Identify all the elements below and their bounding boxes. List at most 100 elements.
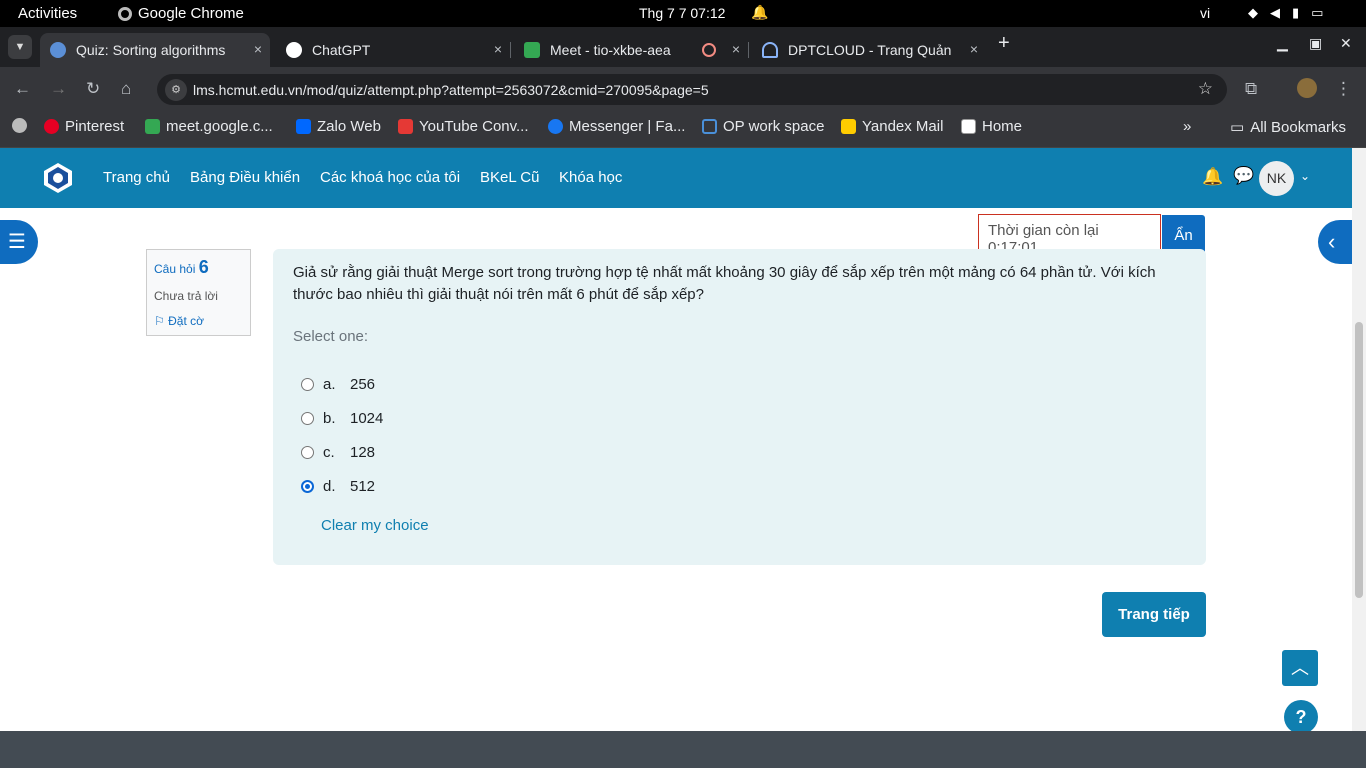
more-bookmarks-icon[interactable]: » <box>1183 118 1191 135</box>
url-text[interactable]: lms.hcmut.edu.vn/mod/quiz/attempt.php?at… <box>193 82 709 98</box>
site-info-icon[interactable]: ⚙ <box>165 79 187 101</box>
clock-text: Thg 7 7 07:12 <box>639 4 726 21</box>
notifications-bell-icon[interactable]: 🔔 <box>1202 167 1223 187</box>
messages-icon[interactable]: 💬 <box>1233 166 1254 186</box>
back-icon[interactable]: ← <box>14 79 31 99</box>
tab-quiz[interactable]: Quiz: Sorting algorithms × <box>40 33 270 67</box>
select-one-prompt: Select one: <box>293 328 369 345</box>
radio-a[interactable] <box>301 378 314 391</box>
folder-icon: ▭ <box>1230 119 1245 136</box>
radio-d[interactable] <box>301 480 314 493</box>
quiz-page: ☰ ‹ Thời gian còn lại 0:17:01 Ẩn Câu hỏi… <box>0 208 1358 734</box>
answer-option-b[interactable]: b. 1024 <box>301 410 383 427</box>
nav-my-courses[interactable]: Các khoá học của tôi <box>320 169 460 186</box>
reload-icon[interactable]: ↻ <box>86 79 100 99</box>
address-bar[interactable]: ⚙ lms.hcmut.edu.vn/mod/quiz/attempt.php?… <box>157 74 1227 105</box>
apps-icon[interactable] <box>12 118 27 133</box>
tab-title: DPTCLOUD - Trang Quản <box>788 42 952 58</box>
close-tab-icon[interactable]: × <box>970 41 978 57</box>
extensions-icon[interactable]: ⧉ <box>1245 79 1257 99</box>
cloud-favicon <box>762 42 778 58</box>
scrollbar-thumb[interactable] <box>1355 322 1363 598</box>
profile-avatar-icon[interactable] <box>1297 78 1317 98</box>
bk-logo[interactable] <box>42 162 74 194</box>
question-content: Giả sử rằng giải thuật Merge sort trong … <box>273 249 1206 565</box>
bookmark-meet[interactable]: meet.google.c... <box>145 118 273 135</box>
bookmark-star-icon[interactable]: ☆ <box>1198 79 1213 99</box>
chrome-icon <box>118 6 132 21</box>
input-language[interactable]: vi <box>1200 5 1210 21</box>
question-state: Chưa trả lời <box>154 289 218 303</box>
bookmark-messenger[interactable]: Messenger | Fa... <box>548 118 685 135</box>
bookmark-zalo[interactable]: Zalo Web <box>296 118 381 135</box>
bookmark-op-work-space[interactable]: OP work space <box>702 118 824 135</box>
clock[interactable]: Thg 7 7 07:12 🔔 <box>639 4 769 21</box>
browser-toolbar: ← → ↻ ⌂ ⚙ lms.hcmut.edu.vn/mod/quiz/atte… <box>0 67 1366 111</box>
answer-option-a[interactable]: a. 256 <box>301 376 375 393</box>
meet-favicon <box>524 42 540 58</box>
tab-title: Quiz: Sorting algorithms <box>76 42 226 58</box>
flag-icon: ⚐ <box>154 314 165 328</box>
answer-option-d[interactable]: d. 512 <box>301 478 375 495</box>
app-name: Google Chrome <box>138 5 244 22</box>
user-avatar[interactable]: NK <box>1259 161 1294 196</box>
home-icon[interactable]: ⌂ <box>121 79 131 99</box>
quiz-favicon <box>50 42 66 58</box>
tab-title: Meet - tio-xkbe-aea <box>550 42 671 58</box>
tab-title: ChatGPT <box>312 42 371 58</box>
app-menu[interactable]: Google Chrome <box>118 5 244 22</box>
forward-icon[interactable]: → <box>50 79 67 99</box>
site-navbar: Trang chủ Bảng Điều khiển Các khoá học c… <box>0 148 1352 208</box>
help-button[interactable]: ? <box>1284 700 1318 734</box>
bookmark-home[interactable]: Home <box>961 118 1022 135</box>
flag-question-button[interactable]: ⚐ Đặt cờ <box>154 314 243 328</box>
answer-option-c[interactable]: c. 128 <box>301 444 375 461</box>
radio-c[interactable] <box>301 446 314 459</box>
system-tray[interactable]: ◆ ◀ ▮ ▭ <box>1248 5 1323 21</box>
os-top-bar: Activities Google Chrome Thg 7 7 07:12 🔔 … <box>0 0 1366 27</box>
minimize-icon[interactable]: ▁ <box>1277 35 1288 52</box>
battery-icon: ▭ <box>1311 5 1324 20</box>
activities-button[interactable]: Activities <box>18 5 77 22</box>
pinterest-icon <box>44 119 59 134</box>
volume-icon: ◀ <box>1270 5 1280 20</box>
zalo-icon <box>296 119 311 134</box>
question-text: Giả sử rằng giải thuật Merge sort trong … <box>293 264 1156 303</box>
nav-home[interactable]: Trang chủ <box>103 169 170 186</box>
maximize-icon[interactable]: ▣ <box>1309 35 1322 52</box>
bookmark-pinterest[interactable]: Pinterest <box>44 118 124 135</box>
radio-b[interactable] <box>301 412 314 425</box>
bookmarks-bar: Pinterest meet.google.c... Zalo Web YouT… <box>0 111 1366 148</box>
chevron-up-icon: ︿ <box>1291 658 1309 678</box>
question-number: Câu hỏi 6 <box>154 257 209 277</box>
close-tab-icon[interactable]: × <box>254 41 262 57</box>
page-scrollbar[interactable] <box>1352 148 1366 731</box>
menu-icon[interactable]: ⋮ <box>1335 79 1352 99</box>
nav-dashboard[interactable]: Bảng Điều khiển <box>190 169 300 186</box>
course-index-toggle[interactable]: ☰ <box>0 220 38 264</box>
nav-courses[interactable]: Khóa học <box>559 169 622 186</box>
alarm-icon: 🔔 <box>751 4 769 20</box>
nav-bkel-old[interactable]: BKeL Cũ <box>480 169 539 186</box>
clear-choice-link[interactable]: Clear my choice <box>321 517 429 534</box>
bookmark-yandex-mail[interactable]: Yandex Mail <box>841 118 943 135</box>
microphone-icon: ▮ <box>1292 5 1300 20</box>
chevron-down-icon[interactable]: ⌄ <box>1300 169 1310 183</box>
tab-meet[interactable]: Meet - tio-xkbe-aea × <box>514 33 749 67</box>
close-tab-icon[interactable]: × <box>732 41 740 57</box>
question-info: Câu hỏi 6 Chưa trả lời ⚐ Đặt cờ <box>146 249 251 336</box>
tab-search-button[interactable]: ▼ <box>8 35 32 59</box>
new-tab-button[interactable]: + <box>998 32 1010 55</box>
back-to-top-button[interactable]: ︿ <box>1282 650 1318 686</box>
all-bookmarks-folder[interactable]: ▭ All Bookmarks <box>1230 118 1346 137</box>
recording-icon <box>702 43 716 57</box>
close-tab-icon[interactable]: × <box>494 41 502 57</box>
tab-dptcloud[interactable]: DPTCLOUD - Trang Quản × <box>752 33 986 67</box>
bookmark-youtube-converter[interactable]: YouTube Conv... <box>398 118 529 135</box>
chatgpt-favicon <box>286 42 302 58</box>
chevron-left-icon: ‹ <box>1328 229 1336 254</box>
next-page-button[interactable]: Trang tiếp <box>1102 592 1206 637</box>
tab-chatgpt[interactable]: ChatGPT × <box>276 33 511 67</box>
yandex-mail-icon <box>841 119 856 134</box>
close-window-icon[interactable]: ✕ <box>1340 35 1352 52</box>
